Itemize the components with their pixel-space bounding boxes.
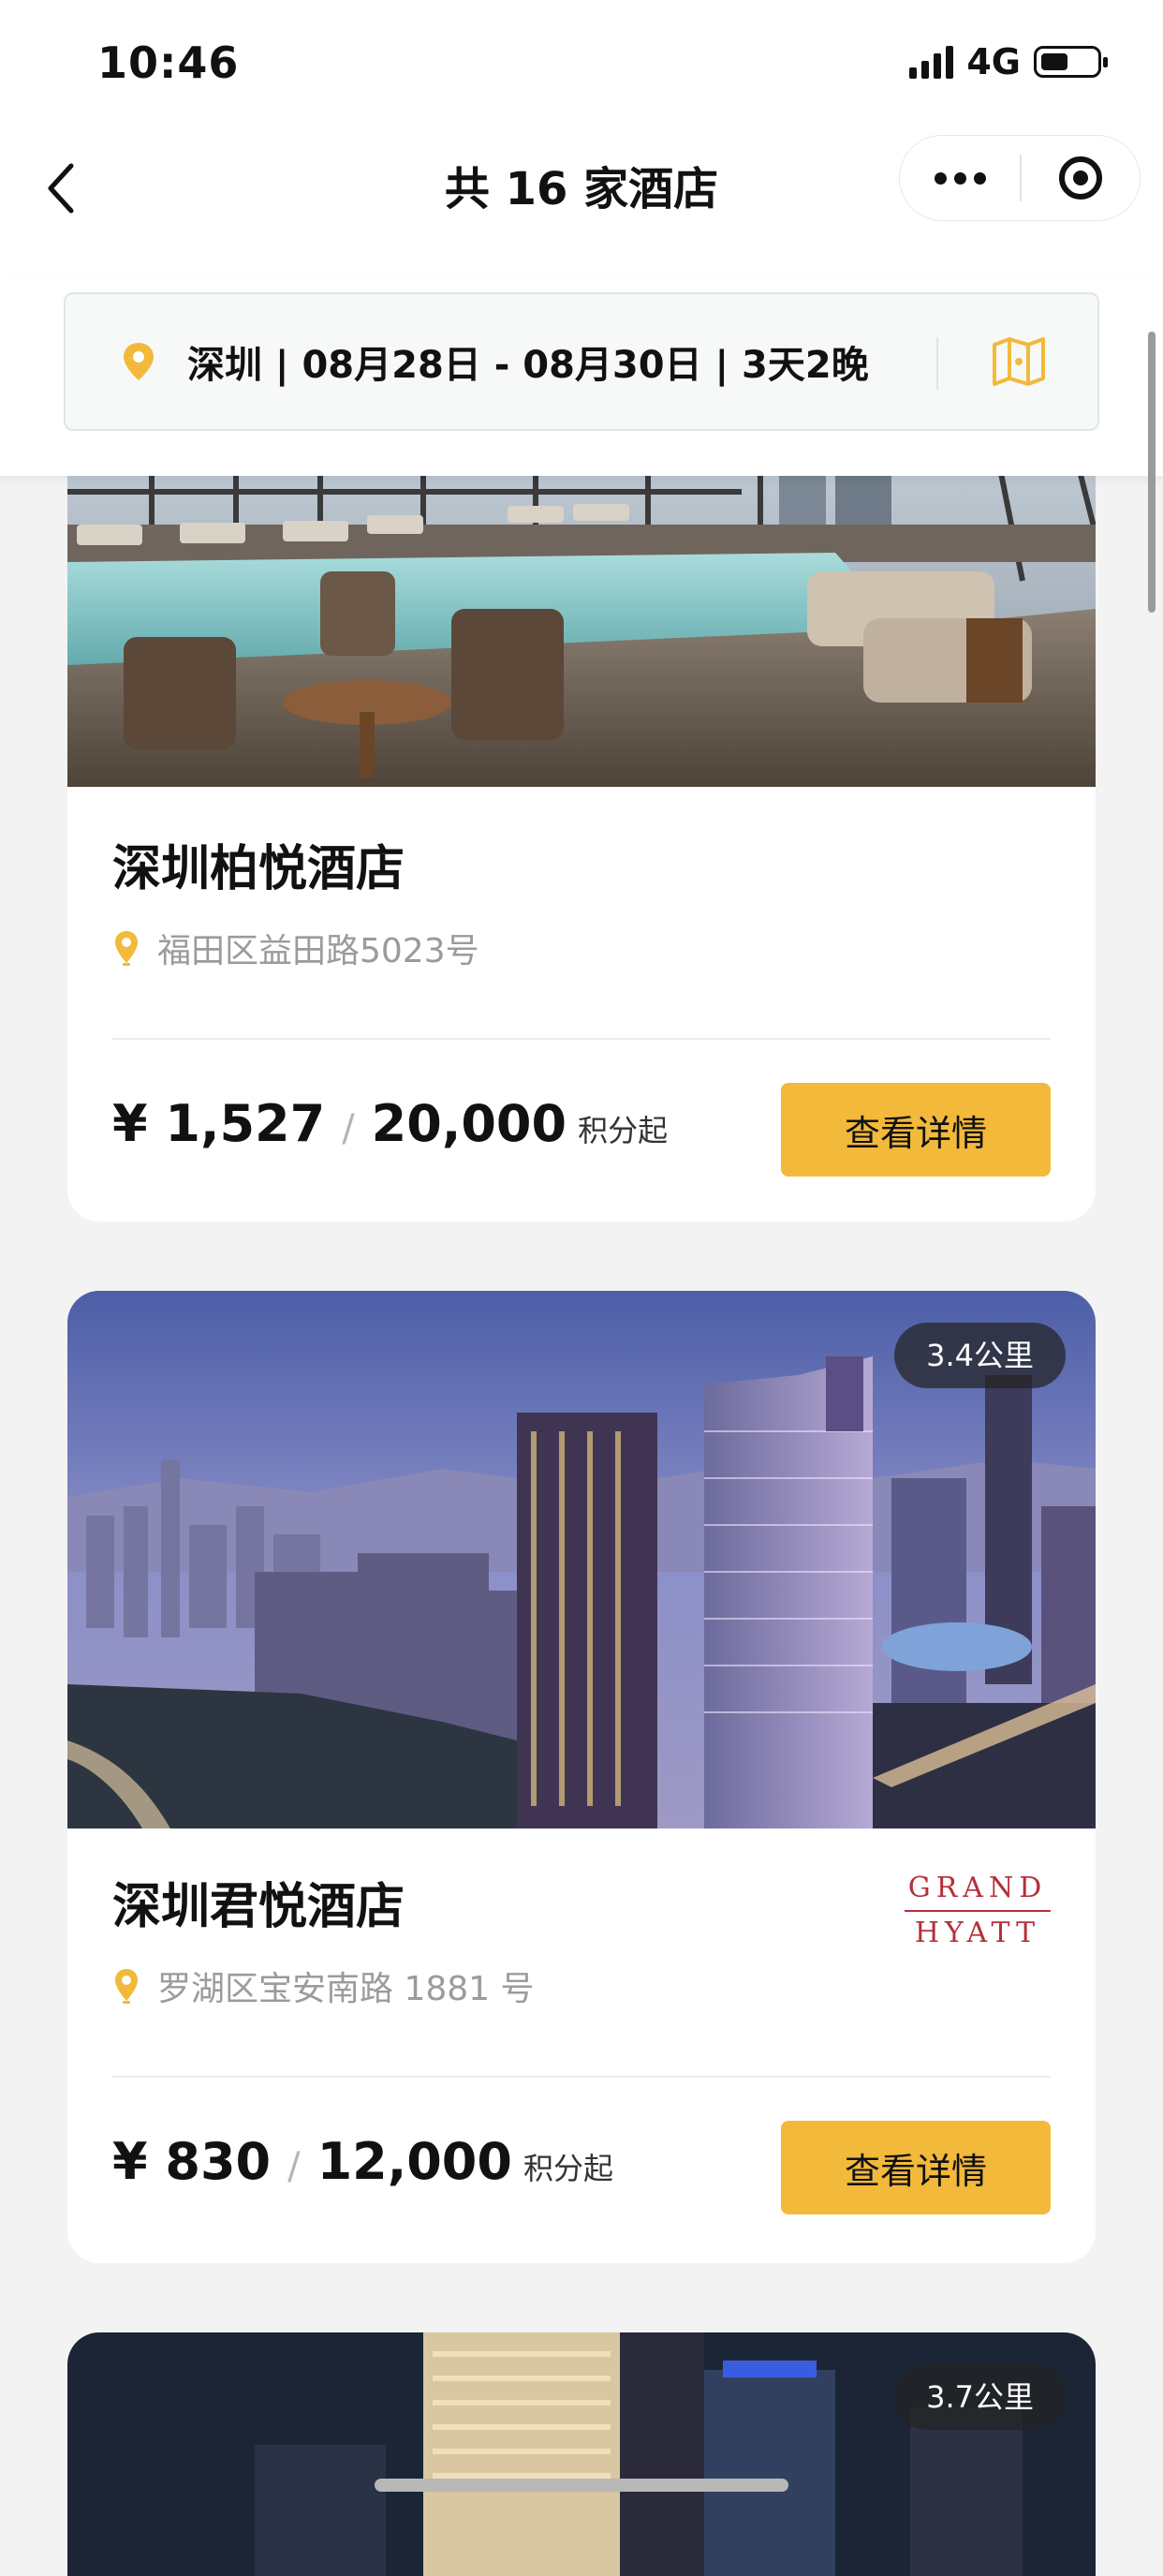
target-icon-center — [1073, 170, 1088, 185]
price-row: ¥ 830 / 12,000 积分起 查看详情 — [112, 2078, 1051, 2261]
location-pin-icon — [124, 343, 154, 380]
brand-logo-rule — [905, 1910, 1051, 1912]
address-row: 福田区益田路5023号 — [112, 922, 1051, 974]
brand-logo-top: GRAND — [907, 1872, 1048, 1904]
network-label: 4G — [966, 41, 1021, 82]
more-dots-icon-dot — [953, 171, 966, 185]
status-time: 10:46 — [97, 37, 240, 88]
brand-logo-bottom: HYATT — [914, 1917, 1041, 1949]
price-cash: ¥ 1,527 — [112, 1094, 326, 1153]
view-details-button[interactable]: 查看详情 — [781, 2121, 1051, 2214]
price-cash: ¥ 830 — [112, 2132, 272, 2191]
home-indicator[interactable] — [375, 2479, 788, 2492]
hotel-card[interactable]: 深圳柏悦酒店 福田区益田路5023号 ¥ 1,527 / 20,000 积分起 … — [67, 393, 1096, 1221]
hotel-address: 罗湖区宝安南路 1881 号 — [157, 1970, 535, 2008]
location-pin-icon — [115, 1969, 138, 2004]
hotel-card[interactable]: 3.4公里 深圳君悦酒店 GRAND HYATT 罗湖区宝安南路 1881 号 … — [67, 1291, 1096, 2263]
target-icon — [1059, 156, 1102, 200]
close-button[interactable] — [1022, 136, 1140, 220]
filter-header: 深圳 | 08月28日 - 08月30日 | 3天2晚 — [0, 281, 1163, 476]
distance-badge: 3.7公里 — [894, 2364, 1066, 2430]
distance-badge: 3.4公里 — [894, 1323, 1066, 1388]
status-indicators: 4G — [909, 41, 1108, 82]
hotel-card[interactable]: 3.7公里 — [67, 2332, 1096, 2576]
more-button[interactable] — [900, 136, 1020, 220]
hotel-name: 深圳柏悦酒店 — [112, 841, 405, 897]
price-row: ¥ 1,527 / 20,000 积分起 查看详情 — [112, 1040, 1051, 1221]
status-bar: 10:46 4G — [0, 0, 1163, 131]
filter-divider — [936, 337, 938, 390]
price-points: 20,000 — [371, 1094, 567, 1153]
view-details-button[interactable]: 查看详情 — [781, 1083, 1051, 1177]
mini-program-capsule — [899, 135, 1141, 221]
hotel-address: 福田区益田路5023号 — [157, 932, 479, 970]
address-row: 罗湖区宝安南路 1881 号 — [112, 1960, 1051, 2012]
map-icon[interactable] — [989, 333, 1049, 390]
more-dots-icon-dot — [973, 171, 986, 185]
hotel-photo: 3.7公里 — [67, 2332, 1096, 2576]
price: ¥ 1,527 / 20,000 积分起 — [112, 1094, 668, 1153]
scrollbar[interactable] — [1148, 332, 1156, 613]
price-separator: / — [342, 1107, 355, 1150]
hotel-photo: 3.4公里 — [67, 1291, 1096, 1828]
signal-icon — [909, 45, 954, 79]
price-suffix: 积分起 — [523, 2151, 613, 2186]
card-body: 深圳柏悦酒店 福田区益田路5023号 ¥ 1,527 / 20,000 积分起 … — [67, 787, 1096, 1221]
battery-icon — [1034, 46, 1108, 78]
price-suffix: 积分起 — [578, 1113, 669, 1148]
more-dots-icon — [934, 171, 947, 185]
price-points: 12,000 — [317, 2132, 512, 2191]
filter-bar[interactable]: 深圳 | 08月28日 - 08月30日 | 3天2晚 — [64, 292, 1099, 431]
filter-summary: 深圳 | 08月28日 - 08月30日 | 3天2晚 — [187, 344, 869, 387]
price: ¥ 830 / 12,000 积分起 — [112, 2132, 613, 2191]
nav-bar: 共 16 家酒店 — [0, 131, 1163, 281]
location-pin-icon — [115, 931, 138, 966]
brand-logo: GRAND HYATT — [905, 1870, 1051, 1952]
price-separator: / — [287, 2145, 301, 2188]
card-body: 深圳君悦酒店 GRAND HYATT 罗湖区宝安南路 1881 号 ¥ 830 … — [67, 1828, 1096, 2261]
